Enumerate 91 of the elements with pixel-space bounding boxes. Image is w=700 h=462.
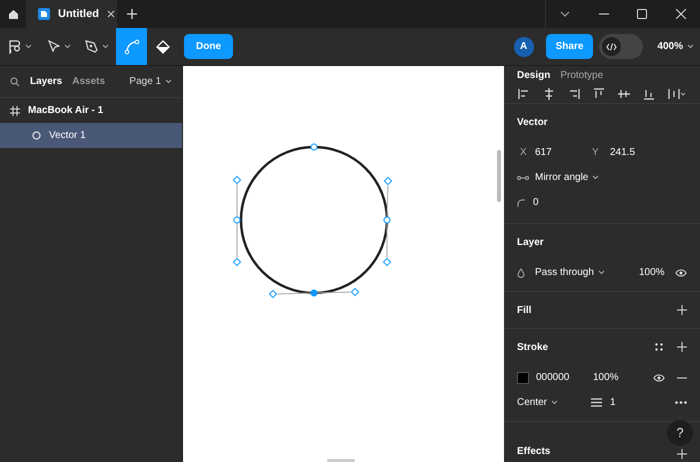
handle-line[interactable] [317,292,352,294]
color-swatch[interactable] [517,372,529,384]
minus-icon[interactable] [677,376,687,378]
chevron-down-icon [165,79,172,84]
dev-mode-toggle[interactable] [599,34,644,59]
handle-point[interactable] [384,176,392,186]
field-label: Y [592,146,600,160]
scrollbar[interactable] [327,459,356,462]
section-title: Layer [517,236,544,250]
file-tab[interactable]: Untitled [26,0,117,28]
eye-icon[interactable] [675,268,687,276]
section-title: Fill [517,304,532,318]
align-middle-icon[interactable] [618,88,630,100]
align-bottom-icon[interactable] [643,88,655,100]
panel-tab[interactable]: Prototype [560,68,604,84]
minimize-icon[interactable] [598,13,609,15]
stroke-weight-icon [591,398,602,407]
handle-point[interactable] [382,258,392,266]
field-label: X [519,146,528,160]
corner-radius-field[interactable]: 0 [533,195,539,210]
zoom-level[interactable]: 400% [657,39,683,54]
frame-icon [8,40,21,54]
stroke-weight-field[interactable]: 1 [610,395,616,410]
layer-row[interactable]: Vector 1 [0,123,182,148]
plus-icon[interactable] [677,305,687,315]
handle-line[interactable] [236,223,238,258]
chevron-down-icon [25,44,32,49]
more-icon[interactable] [675,401,687,404]
chevron-down-icon[interactable] [560,11,570,17]
mirror-dropdown[interactable]: Mirror angle [535,170,588,185]
grid-dots-icon[interactable] [655,343,663,351]
section-title: Stroke [517,340,548,354]
chevron-down-icon [598,270,605,275]
search-icon[interactable] [10,76,20,86]
bend-tool-icon [124,38,140,54]
panel-tab[interactable]: Layers [30,74,62,89]
home-icon[interactable] [8,8,18,20]
handle-mirror-icon [517,174,529,180]
align-left-icon[interactable] [518,88,530,100]
chevron-down-icon [102,44,109,49]
chevron-down-icon [64,44,70,49]
handle-point[interactable] [232,258,242,266]
handle-point[interactable] [350,288,360,296]
stroke-position-dropdown[interactable]: Center [517,395,548,410]
hex-field[interactable]: 000000 [536,370,593,385]
handle-line[interactable] [236,184,238,217]
panel-tab[interactable]: Design [517,68,550,84]
handle-line[interactable] [386,223,388,258]
handle-point[interactable] [268,290,278,298]
user-avatar[interactable]: A [514,36,534,56]
distribute-icon[interactable] [668,88,686,100]
panel-tab[interactable]: Assets [72,74,106,89]
align-center-icon[interactable] [543,88,555,100]
plus-icon[interactable] [677,342,687,352]
handle-line[interactable] [277,292,312,294]
chevron-down-icon [592,175,600,180]
close-icon[interactable] [676,9,686,19]
section-title: Effects [517,445,550,459]
eye-icon[interactable] [653,374,665,382]
layer-row[interactable]: MacBook Air - 1 [0,98,182,123]
handle-point[interactable] [232,176,242,184]
drop-icon [517,268,525,278]
blend-mode-dropdown[interactable]: Pass through [535,265,594,280]
x-field[interactable]: 617 [535,145,592,160]
paint-bucket-icon [156,40,170,54]
hash-icon [10,106,20,116]
opacity-field[interactable]: 100% [639,265,675,280]
maximize-icon[interactable] [637,9,648,19]
y-field[interactable]: 241.5 [610,145,636,160]
circle-path[interactable] [240,146,388,294]
opacity-field[interactable]: 100% [593,370,629,385]
scrollbar[interactable] [497,150,501,202]
chevron-down-icon [687,44,694,49]
help-button[interactable]: ? [667,420,693,446]
chevron-down-icon [551,400,558,405]
cursor-icon [48,40,60,53]
align-right-icon[interactable] [568,88,580,100]
file-icon [38,8,50,20]
plus-icon[interactable] [677,449,687,459]
align-top-icon[interactable] [593,88,605,100]
page-selector[interactable]: Page 1 [129,74,162,89]
corner-radius-icon [517,198,525,206]
pen-icon [85,40,98,53]
section-title: Vector [517,116,548,130]
anchor-point[interactable] [310,144,318,150]
circle-icon [32,131,41,140]
handle-line[interactable] [386,185,388,217]
close-icon[interactable] [106,10,115,18]
plus-icon[interactable] [127,9,137,19]
code-icon [606,42,618,50]
anchor-point[interactable] [234,216,241,224]
